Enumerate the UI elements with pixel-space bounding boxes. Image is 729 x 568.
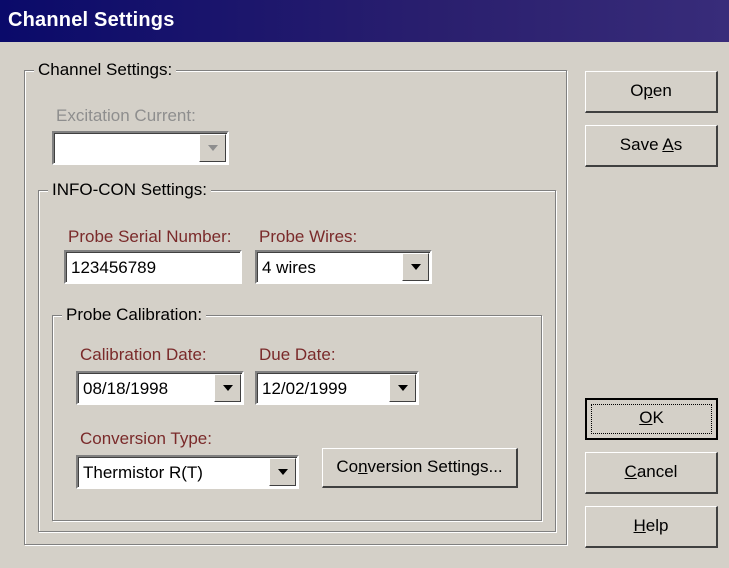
calibration-date-value: 08/18/1998 [83,379,169,398]
probe-serial-number-value: 123456789 [71,258,157,277]
open-button[interactable]: Open [585,71,718,113]
calibration-date-dropdown-button[interactable] [214,374,241,402]
calibration-date-label: Calibration Date: [80,345,207,364]
probe-serial-number-input[interactable]: 123456789 [64,250,242,284]
conversion-settings-button-label: Conversion Settings... [336,457,503,476]
conversion-type-combobox[interactable]: Thermistor R(T) [76,455,299,489]
save-as-button[interactable]: Save As [585,125,718,167]
probe-wires-dropdown-button[interactable] [402,253,429,281]
help-button-label: Help [633,516,669,535]
infocon-settings-group-label: INFO-CON Settings: [48,180,211,200]
chevron-down-icon [208,145,218,151]
cancel-button-label: Cancel [624,462,678,481]
ok-button[interactable]: OK [585,398,718,440]
conversion-type-dropdown-button[interactable] [269,458,296,486]
channel-settings-group-label: Channel Settings: [34,60,177,80]
excitation-current-label: Excitation Current: [56,106,196,125]
open-button-label: Open [630,81,672,100]
probe-wires-value: 4 wires [262,258,316,277]
probe-wires-combobox[interactable]: 4 wires [255,250,432,284]
conversion-type-label: Conversion Type: [80,429,212,448]
due-date-dropdown-button[interactable] [389,374,416,402]
channel-settings-dialog: Channel Settings Channel Settings: Excit… [0,0,729,568]
excitation-current-dropdown-button[interactable] [199,134,226,162]
chevron-down-icon [398,385,408,391]
due-date-picker[interactable]: 12/02/1999 [255,371,419,405]
chevron-down-icon [278,469,288,475]
conversion-type-value: Thermistor R(T) [83,463,203,482]
chevron-down-icon [223,385,233,391]
window-title: Channel Settings [8,9,175,31]
calibration-date-picker[interactable]: 08/18/1998 [76,371,244,405]
cancel-button[interactable]: Cancel [585,452,718,494]
due-date-value: 12/02/1999 [262,379,348,398]
probe-wires-label: Probe Wires: [259,227,358,246]
probe-calibration-group-label: Probe Calibration: [62,305,207,325]
excitation-current-combobox[interactable] [52,131,229,165]
title-bar[interactable]: Channel Settings [0,0,729,42]
help-button[interactable]: Help [585,506,718,548]
chevron-down-icon [411,264,421,270]
save-as-button-label: Save As [619,135,683,154]
conversion-settings-button[interactable]: Conversion Settings... [322,448,518,488]
focus-rectangle [591,404,712,434]
due-date-label: Due Date: [259,345,336,364]
probe-serial-number-label: Probe Serial Number: [68,227,232,246]
